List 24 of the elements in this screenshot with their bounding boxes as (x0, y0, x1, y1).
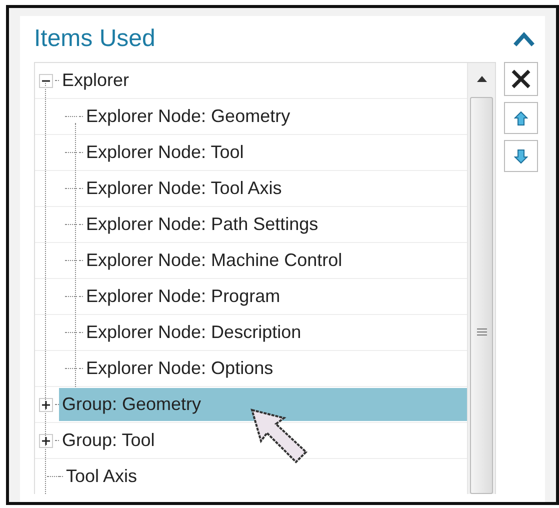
tree-item[interactable]: Explorer Node: Tool (83, 136, 250, 169)
move-up-button[interactable] (504, 102, 538, 134)
move-down-button[interactable] (504, 140, 538, 172)
tree-item[interactable]: Explorer Node: Machine Control (83, 244, 348, 277)
tree-item[interactable]: Explorer Node: Tool Axis (83, 172, 288, 205)
panel-title: Items Used (34, 24, 156, 54)
remove-button[interactable] (504, 62, 538, 96)
tree-item[interactable]: Explorer Node: Geometry (83, 100, 296, 133)
down-arrow-icon (514, 148, 528, 164)
expand-icon[interactable] (39, 434, 53, 448)
up-arrow-icon (514, 110, 528, 126)
expand-icon[interactable] (39, 398, 53, 412)
collapse-chevron-icon[interactable] (513, 30, 535, 47)
close-icon (510, 68, 532, 90)
tree-item[interactable]: Tool Axis (63, 460, 144, 493)
tree-item[interactable]: Group: Tool (59, 424, 161, 457)
tree-item[interactable]: Explorer Node: Options (83, 352, 280, 385)
tree-item[interactable]: Explorer Node: Path Settings (83, 208, 324, 241)
scroll-up-arrow-icon[interactable] (476, 76, 486, 82)
tree-item[interactable]: Explorer (59, 64, 136, 97)
tree-item[interactable]: Explorer Node: Program (83, 280, 286, 313)
scrollbar-thumb[interactable] (470, 97, 493, 494)
collapse-icon[interactable] (39, 74, 53, 88)
tree-item[interactable]: Explorer Node: Description (83, 316, 308, 349)
